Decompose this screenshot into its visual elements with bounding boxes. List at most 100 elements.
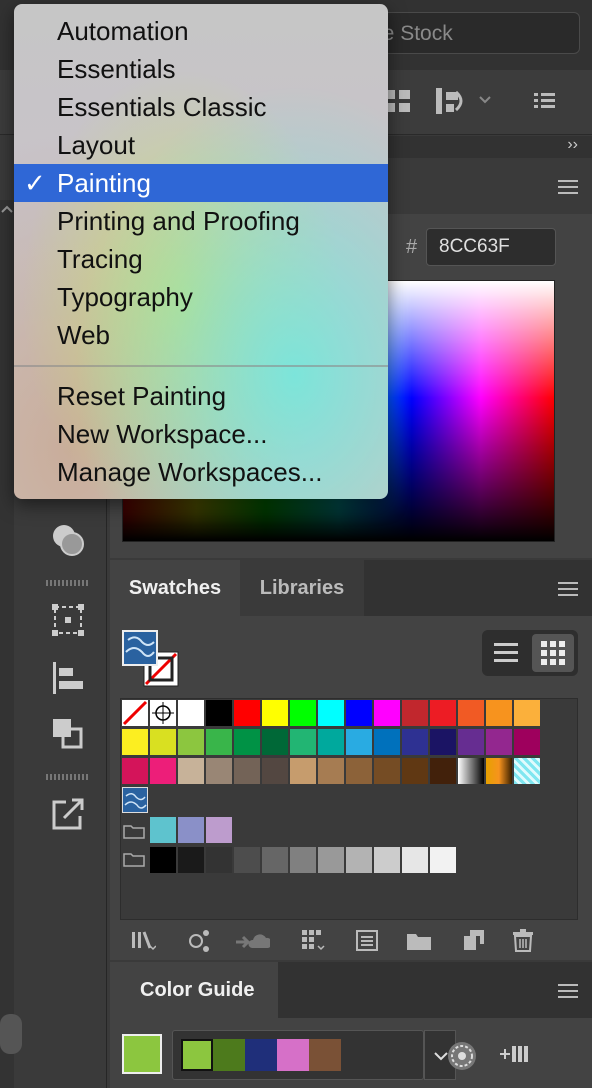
list-options-icon[interactable] [532, 88, 558, 114]
panel-grip[interactable] [46, 580, 88, 586]
swatch[interactable] [402, 729, 428, 755]
workspace-action-item[interactable]: Reset Painting [14, 377, 388, 415]
swatch[interactable] [262, 729, 288, 755]
swatch[interactable] [318, 758, 344, 784]
swatch[interactable] [262, 847, 288, 873]
swatch[interactable] [150, 700, 176, 726]
swatch[interactable] [374, 729, 400, 755]
delete-swatch-icon[interactable] [510, 928, 536, 952]
swatch[interactable] [234, 729, 260, 755]
hex-input[interactable]: 8CC63F [426, 228, 556, 266]
swatch[interactable] [150, 758, 176, 784]
workspace-action-item[interactable]: Manage Workspaces... [14, 453, 388, 491]
workspace-menu-item[interactable]: Layout [14, 126, 388, 164]
swatch[interactable] [318, 847, 344, 873]
swatch[interactable] [430, 729, 456, 755]
add-to-library-icon[interactable] [234, 928, 270, 952]
pathfinder-icon[interactable] [50, 716, 86, 752]
swatch[interactable] [290, 758, 316, 784]
swatch[interactable] [122, 700, 148, 726]
workspace-menu-item[interactable]: Essentials Classic [14, 88, 388, 126]
swatch[interactable] [234, 700, 260, 726]
workspace-menu-item[interactable]: Web [14, 316, 388, 354]
swatch[interactable] [150, 729, 176, 755]
swatch[interactable] [430, 700, 456, 726]
fill-stroke-indicator[interactable] [122, 630, 180, 688]
swatch[interactable] [318, 700, 344, 726]
swatch[interactable] [514, 758, 540, 784]
harmony-color-swatch[interactable] [181, 1039, 213, 1071]
workspace-menu-item[interactable]: Typography [14, 278, 388, 316]
workspace-action-item[interactable]: New Workspace... [14, 415, 388, 453]
swatch[interactable] [318, 729, 344, 755]
swatch[interactable] [122, 729, 148, 755]
harmony-color-swatch[interactable] [309, 1039, 341, 1071]
panel-menu-icon[interactable] [558, 984, 578, 998]
transparency-icon[interactable] [50, 522, 86, 558]
workspace-menu-item[interactable]: Printing and Proofing [14, 202, 388, 240]
panel-menu-icon[interactable] [558, 180, 578, 194]
swatch[interactable] [178, 758, 204, 784]
swatch[interactable] [402, 700, 428, 726]
swatch[interactable] [290, 847, 316, 873]
swatch[interactable] [178, 729, 204, 755]
workspace-menu-item[interactable]: Automation [14, 12, 388, 50]
swatch-libraries-icon[interactable] [130, 928, 156, 952]
distribute-icon[interactable] [434, 86, 494, 116]
swatch-options-dialog-icon[interactable] [354, 928, 380, 952]
workspace-menu-item[interactable]: Tracing [14, 240, 388, 278]
swatch[interactable] [458, 758, 484, 784]
swatch[interactable] [514, 700, 540, 726]
panel-menu-icon[interactable] [558, 582, 578, 596]
swatch[interactable] [290, 729, 316, 755]
swatch[interactable] [458, 700, 484, 726]
list-view-icon[interactable] [492, 640, 520, 666]
swatch-options-icon[interactable] [300, 928, 326, 952]
swatch[interactable] [122, 787, 148, 813]
swatch[interactable] [262, 758, 288, 784]
workspace-menu-item[interactable]: ✓ Painting [14, 164, 388, 202]
swatch[interactable] [346, 700, 372, 726]
swatch[interactable] [290, 700, 316, 726]
transform-icon[interactable] [50, 602, 86, 638]
tab-libraries[interactable]: Libraries [240, 560, 364, 616]
swatch[interactable] [150, 847, 176, 873]
expand-panels-icon[interactable]: ›› [567, 136, 578, 154]
harmony-color-swatch[interactable] [245, 1039, 277, 1071]
swatch[interactable] [206, 700, 232, 726]
swatch[interactable] [206, 817, 232, 843]
swatch[interactable] [234, 758, 260, 784]
swatch[interactable] [346, 758, 372, 784]
swatch[interactable] [234, 847, 260, 873]
swatch[interactable] [206, 758, 232, 784]
harmony-color-swatch[interactable] [277, 1039, 309, 1071]
harmony-rules-preview[interactable] [172, 1030, 424, 1080]
tools-scroll-thumb[interactable] [0, 1014, 22, 1054]
export-icon[interactable] [50, 796, 86, 832]
swatch[interactable] [122, 758, 148, 784]
swatch[interactable] [178, 817, 204, 843]
color-group-folder-icon[interactable] [123, 851, 145, 867]
swatch[interactable] [178, 847, 204, 873]
swatch[interactable] [206, 729, 232, 755]
harmony-color-swatch[interactable] [213, 1039, 245, 1071]
align-icon[interactable] [50, 660, 86, 696]
swatch[interactable] [150, 817, 176, 843]
swatch[interactable] [430, 847, 456, 873]
swatch[interactable] [346, 729, 372, 755]
swatch[interactable] [402, 847, 428, 873]
chevron-up-icon[interactable] [0, 204, 14, 214]
edit-colors-icon[interactable] [446, 1040, 478, 1072]
swatch[interactable] [178, 700, 204, 726]
swatch[interactable] [374, 700, 400, 726]
swatch[interactable] [206, 847, 232, 873]
workspace-menu-item[interactable]: Essentials [14, 50, 388, 88]
swatch[interactable] [514, 729, 540, 755]
swatch[interactable] [346, 847, 372, 873]
new-swatch-icon[interactable] [460, 928, 486, 952]
panel-grip[interactable] [46, 774, 88, 780]
tab-swatches[interactable]: Swatches [110, 560, 240, 616]
new-color-group-icon[interactable] [406, 928, 432, 952]
tab-color-guide[interactable]: Color Guide [110, 962, 278, 1018]
save-color-group-icon[interactable] [498, 1040, 534, 1070]
